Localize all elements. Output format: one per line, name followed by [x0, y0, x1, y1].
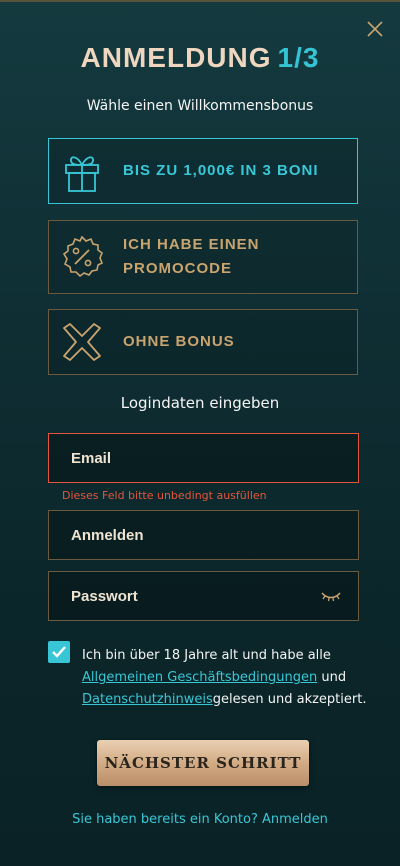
password-field[interactable]	[69, 586, 303, 606]
terms-text-and: und	[317, 670, 347, 685]
email-error-message: Dieses Feld bitte unbedingt ausfüllen	[62, 489, 267, 502]
title-text: ANMELDUNG	[80, 42, 272, 73]
email-field-container	[48, 433, 359, 483]
login-section-title: Logindaten eingeben	[120, 394, 280, 412]
bonus-option-label: OHNE BONUS	[123, 333, 235, 350]
email-field[interactable]	[69, 448, 358, 468]
close-button[interactable]	[364, 18, 386, 40]
step-indicator: 1/3	[277, 42, 320, 73]
terms-text-after: gelesen und akzeptiert.	[212, 692, 367, 707]
terms-text: Ich bin über 18 Jahre alt und habe alle …	[82, 645, 382, 711]
close-icon	[367, 21, 383, 37]
username-field-container	[48, 510, 359, 560]
bonus-option-promocode[interactable]: ICH HABE EINEN PROMOCODE	[48, 220, 358, 294]
bonus-option-label: BIS ZU 1,000€ IN 3 BONI	[123, 162, 319, 179]
top-divider	[0, 0, 400, 2]
next-step-button[interactable]: NÄCHSTER SCHRITT	[97, 740, 309, 786]
terms-text-before: Ich bin über 18 Jahre alt und habe alle	[82, 648, 331, 663]
bonus-option-label: ICH HABE EINEN PROMOCODE	[123, 236, 260, 277]
privacy-link[interactable]: Datenschutzhinweis	[82, 692, 213, 707]
bonus-option-no-bonus[interactable]: OHNE BONUS	[48, 309, 358, 375]
password-field-container	[48, 571, 359, 621]
show-password-eye-icon[interactable]	[320, 590, 342, 604]
age-terms-checkbox[interactable]	[48, 641, 70, 663]
terms-link[interactable]: Allgemeinen Geschäftsbedingungen	[82, 670, 317, 685]
username-field[interactable]	[69, 525, 358, 545]
percent-badge-icon	[49, 220, 115, 294]
existing-account-login-link[interactable]: Sie haben bereits ein Konto? Anmelden	[0, 812, 400, 827]
x-mark-icon	[49, 309, 115, 375]
checkmark-icon	[52, 646, 66, 658]
bonus-subtitle: Wähle einen Willkommensbonus	[86, 98, 314, 114]
page-title: ANMELDUNG 1/3	[0, 42, 400, 74]
bonus-option-bonus[interactable]: BIS ZU 1,000€ IN 3 BONI	[48, 138, 358, 204]
gift-icon	[49, 138, 115, 204]
